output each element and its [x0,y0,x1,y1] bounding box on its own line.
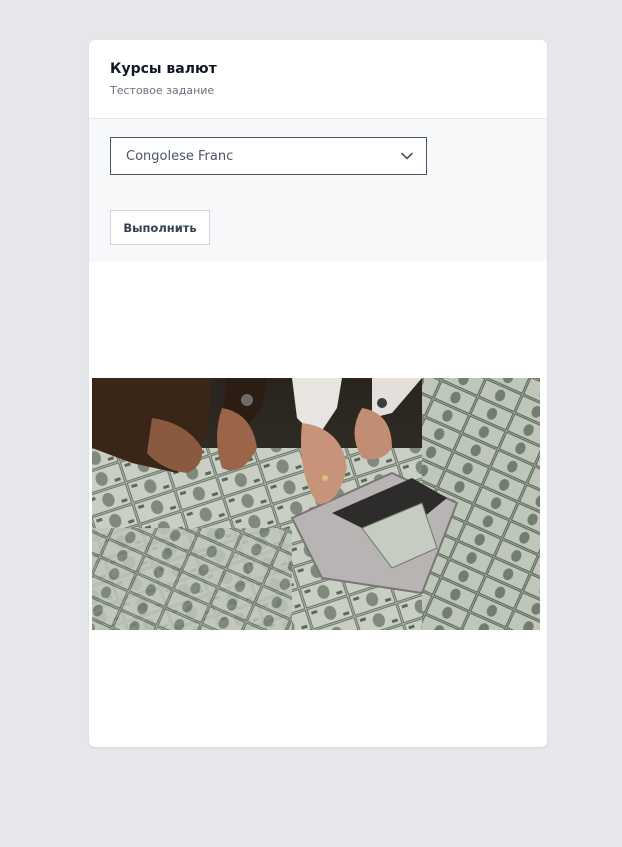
currency-select-value: Congolese Franc [126,148,234,164]
chevron-down-icon [400,149,414,163]
money-image [92,378,540,630]
page-title: Курсы валют [110,61,217,77]
currency-select[interactable]: Congolese Franc [110,137,427,175]
currency-form: Congolese Franc Выполнить [89,119,547,262]
card-header: Курсы валют Тестовое задание [89,40,547,119]
page-subtitle: Тестовое задание [110,84,215,97]
submit-button[interactable]: Выполнить [110,210,210,245]
currency-card: Курсы валют Тестовое задание Congolese F… [89,40,547,747]
result-area [89,262,547,747]
